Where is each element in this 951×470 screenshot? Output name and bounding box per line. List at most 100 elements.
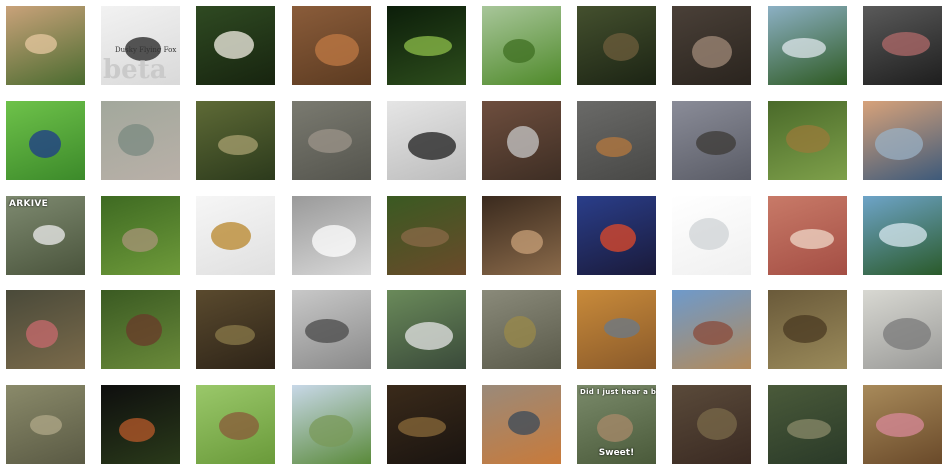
image-tile-fingertip-beetle[interactable] bbox=[6, 290, 85, 369]
tile-subject-shape bbox=[508, 411, 540, 435]
tile-subject-shape bbox=[305, 319, 349, 343]
image-tile-frog-in-burrow[interactable] bbox=[672, 101, 751, 180]
tile-subject-shape bbox=[25, 34, 57, 54]
tile-subject-shape bbox=[696, 131, 736, 155]
image-tile-brick-house[interactable] bbox=[672, 290, 751, 369]
book-title: Dusky Flying Fox bbox=[115, 46, 177, 54]
tile-subject-shape bbox=[507, 126, 539, 158]
tile-subject-shape bbox=[312, 225, 356, 257]
tile-subject-shape bbox=[882, 32, 930, 56]
image-tile-braided-strands[interactable] bbox=[768, 196, 847, 275]
tile-subject-shape bbox=[126, 314, 162, 346]
tile-subject-shape bbox=[876, 413, 924, 437]
tile-subject-shape bbox=[308, 129, 352, 153]
image-tile-park-pond[interactable] bbox=[292, 385, 371, 464]
image-tile-sem-structure[interactable] bbox=[292, 196, 371, 275]
image-tile-lily-pond[interactable] bbox=[863, 196, 942, 275]
tile-subject-shape bbox=[211, 222, 251, 250]
tile-subject-shape bbox=[692, 36, 732, 68]
meme-caption-top: Did I just hear a big? bbox=[580, 388, 656, 396]
tile-subject-shape bbox=[119, 418, 155, 442]
image-tile-owl-in-tree[interactable] bbox=[577, 6, 656, 85]
image-tile-leaf-litter[interactable] bbox=[6, 385, 85, 464]
tile-subject-shape bbox=[118, 124, 154, 156]
tile-subject-shape bbox=[315, 34, 359, 66]
tile-subject-shape bbox=[883, 318, 931, 350]
tile-subject-shape bbox=[875, 128, 923, 160]
image-tile-toad-on-rock[interactable] bbox=[577, 101, 656, 180]
tile-subject-shape bbox=[405, 322, 453, 350]
tile-subject-shape bbox=[122, 228, 158, 252]
tile-subject-shape bbox=[511, 230, 543, 254]
tile-subject-shape bbox=[693, 321, 733, 345]
image-tile-gloved-hands-gravel[interactable] bbox=[482, 101, 561, 180]
image-tile-deer[interactable] bbox=[482, 196, 561, 275]
tile-subject-shape bbox=[408, 132, 456, 160]
image-tile-frog-on-mossy-rock[interactable] bbox=[768, 385, 847, 464]
tile-subject-shape bbox=[596, 137, 632, 157]
image-tile-dark-frog[interactable] bbox=[387, 385, 466, 464]
image-tile-seed-pod[interactable] bbox=[101, 196, 180, 275]
image-tile-salamander-moss[interactable] bbox=[101, 290, 180, 369]
image-tile-kangaroo-meme[interactable]: Did I just hear a big? Sweet! bbox=[577, 385, 656, 464]
image-tile-split-shell[interactable] bbox=[672, 6, 751, 85]
image-tile-seal-pups[interactable] bbox=[863, 290, 942, 369]
image-tile-fabric-texture[interactable] bbox=[101, 101, 180, 180]
tile-subject-shape bbox=[689, 218, 729, 250]
tile-subject-shape bbox=[783, 315, 827, 343]
tile-subject-shape bbox=[30, 415, 62, 435]
image-tile-toad-closeup[interactable] bbox=[768, 290, 847, 369]
tile-subject-shape bbox=[697, 408, 737, 440]
image-tile-white-suv[interactable] bbox=[672, 196, 751, 275]
tile-caption: ARKIVE bbox=[9, 199, 49, 209]
image-tile-golden-figurine[interactable] bbox=[196, 196, 275, 275]
image-tile-bee-on-white[interactable] bbox=[387, 101, 466, 180]
image-tile-lake-sunset[interactable] bbox=[863, 101, 942, 180]
image-tile-hedgehog-pair[interactable] bbox=[387, 196, 466, 275]
tile-subject-shape bbox=[219, 412, 259, 440]
image-tile-meadow[interactable] bbox=[482, 6, 561, 85]
image-tile-book-cover[interactable]: Dusky Flying Fox beta bbox=[101, 6, 180, 85]
tile-subject-shape bbox=[786, 125, 830, 153]
image-tile-tadpole-rock[interactable] bbox=[482, 385, 561, 464]
image-tile-forest-stream[interactable] bbox=[196, 101, 275, 180]
image-tile-white-flower[interactable] bbox=[196, 6, 275, 85]
image-tile-branches[interactable]: ARKIVE bbox=[6, 196, 85, 275]
image-tile-fish-in-rocks[interactable] bbox=[577, 290, 656, 369]
image-tile-blue-dart-frog[interactable] bbox=[6, 101, 85, 180]
image-tile-frog-in-stream[interactable] bbox=[672, 385, 751, 464]
meme-caption-bottom: Sweet! bbox=[598, 448, 635, 458]
image-tile-micrograph-panels[interactable] bbox=[292, 290, 371, 369]
tile-subject-shape bbox=[603, 33, 639, 61]
image-tile-rock-surface[interactable] bbox=[292, 101, 371, 180]
image-tile-greenhouse-dome[interactable] bbox=[768, 6, 847, 85]
tile-subject-shape bbox=[398, 417, 446, 437]
book-watermark: beta bbox=[103, 55, 167, 85]
image-tile-dark-panel[interactable] bbox=[863, 6, 942, 85]
image-tile-leopard-gecko[interactable] bbox=[6, 6, 85, 85]
image-tile-tree-frog[interactable] bbox=[387, 6, 466, 85]
image-tile-newt-on-black[interactable] bbox=[101, 385, 180, 464]
tile-subject-shape bbox=[879, 223, 927, 247]
tile-subject-shape bbox=[29, 130, 61, 158]
tile-subject-shape bbox=[503, 39, 535, 63]
image-tile-newt-in-grass[interactable] bbox=[768, 101, 847, 180]
tile-subject-shape bbox=[787, 419, 831, 439]
tile-subject-shape bbox=[600, 224, 636, 252]
tile-subject-shape bbox=[215, 325, 255, 345]
tile-subject-shape bbox=[404, 36, 452, 56]
image-tile-salamander-on-leaves[interactable] bbox=[292, 6, 371, 85]
image-tile-race-car[interactable] bbox=[577, 196, 656, 275]
tile-subject-shape bbox=[790, 229, 834, 249]
image-grid: Dusky Flying Fox beta ARKIVE Did I just hea… bbox=[0, 0, 951, 470]
image-tile-frog-on-bark[interactable] bbox=[196, 290, 275, 369]
tile-subject-shape bbox=[401, 227, 449, 247]
tile-subject-shape bbox=[26, 320, 58, 348]
tile-subject-shape bbox=[604, 318, 640, 338]
image-tile-lizard-open-mouth[interactable] bbox=[863, 385, 942, 464]
tile-subject-shape bbox=[309, 415, 353, 447]
image-tile-frog-on-leaf[interactable] bbox=[196, 385, 275, 464]
tile-subject-shape bbox=[218, 135, 258, 155]
image-tile-river-vehicle[interactable] bbox=[387, 290, 466, 369]
image-tile-frog-in-gravel[interactable] bbox=[482, 290, 561, 369]
